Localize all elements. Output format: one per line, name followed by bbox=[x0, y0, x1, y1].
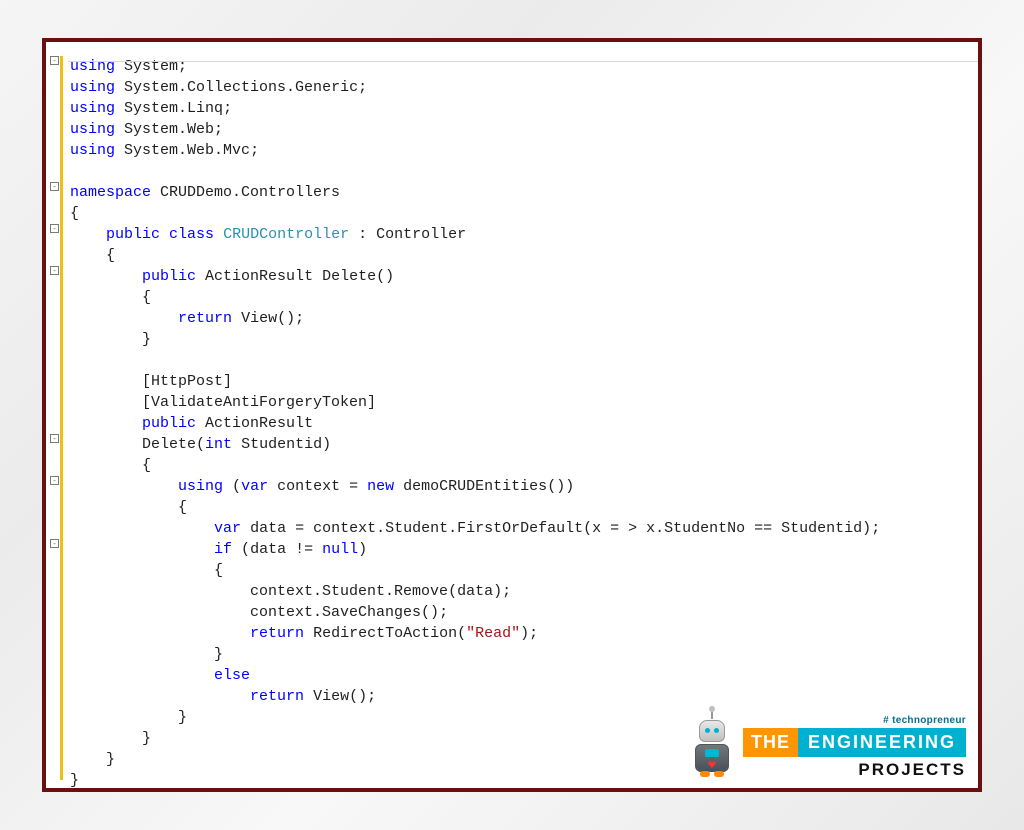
namespace-collections: System.Collections.Generic bbox=[124, 79, 358, 96]
keyword-using: using bbox=[70, 121, 115, 138]
namespace-cruddemo: CRUDDemo.Controllers bbox=[160, 184, 340, 201]
keyword-new: new bbox=[367, 478, 394, 495]
expr-firstordefault: context.Student.FirstOrDefault(x = > x.S… bbox=[313, 520, 871, 537]
method-redirect: RedirectToAction bbox=[313, 625, 457, 642]
param-studentid: Studentid bbox=[241, 436, 322, 453]
logo-projects: PROJECTS bbox=[858, 760, 966, 780]
fold-toggle-icon[interactable]: - bbox=[50, 182, 59, 191]
keyword-return: return bbox=[178, 310, 232, 327]
brand-logo: # technopreneur THE ENGINEERING PROJECTS bbox=[689, 715, 966, 780]
keyword-using: using bbox=[70, 79, 115, 96]
type-controller: Controller bbox=[376, 226, 466, 243]
keyword-null: null bbox=[322, 541, 358, 558]
tagline: # technopreneur bbox=[883, 715, 966, 726]
keyword-var: var bbox=[214, 520, 241, 537]
keyword-if: if bbox=[214, 541, 232, 558]
var-data: data bbox=[250, 541, 286, 558]
namespace-web: System.Web bbox=[124, 121, 214, 138]
logo-engineering: ENGINEERING bbox=[798, 728, 966, 757]
keyword-int: int bbox=[205, 436, 232, 453]
code-editor-frame: - - - - - - - using System; using System… bbox=[42, 38, 982, 792]
fold-toggle-icon[interactable]: - bbox=[50, 266, 59, 275]
robot-icon bbox=[689, 720, 735, 780]
namespace-linq: System.Linq bbox=[124, 100, 223, 117]
keyword-using: using bbox=[70, 142, 115, 159]
fold-toggle-icon[interactable]: - bbox=[50, 539, 59, 548]
keyword-public: public bbox=[142, 268, 196, 285]
keyword-namespace: namespace bbox=[70, 184, 151, 201]
logo-main: THE ENGINEERING bbox=[743, 728, 966, 757]
attribute-validateantiforgery: [ValidateAntiForgeryToken] bbox=[142, 394, 376, 411]
attribute-httppost: [HttpPost] bbox=[142, 373, 232, 390]
namespace-mvc: System.Web.Mvc bbox=[124, 142, 250, 159]
keyword-var: var bbox=[241, 478, 268, 495]
keyword-return: return bbox=[250, 625, 304, 642]
var-data: data bbox=[250, 520, 286, 537]
expr-remove: context.Student.Remove(data) bbox=[250, 583, 502, 600]
fold-toggle-icon[interactable]: - bbox=[50, 224, 59, 233]
keyword-using: using bbox=[70, 100, 115, 117]
expr-savechanges: context.SaveChanges() bbox=[250, 604, 439, 621]
keyword-else: else bbox=[214, 667, 250, 684]
method-delete: Delete bbox=[322, 268, 376, 285]
fold-toggle-icon[interactable]: - bbox=[50, 476, 59, 485]
var-context: context bbox=[277, 478, 340, 495]
type-crudcontroller: CRUDController bbox=[223, 226, 349, 243]
code-area: - - - - - - - using System; using System… bbox=[46, 56, 978, 780]
logo-text-block: # technopreneur THE ENGINEERING PROJECTS bbox=[743, 715, 966, 780]
change-indicator-bar bbox=[60, 56, 63, 780]
string-read: "Read" bbox=[466, 625, 520, 642]
type-democrudentities: demoCRUDEntities bbox=[403, 478, 547, 495]
method-view: View bbox=[313, 688, 349, 705]
keyword-return: return bbox=[250, 688, 304, 705]
keyword-public: public bbox=[142, 415, 196, 432]
method-view: View bbox=[241, 310, 277, 327]
gutter: - - - - - - - bbox=[46, 56, 68, 780]
type-actionresult: ActionResult bbox=[205, 268, 313, 285]
method-delete: Delete bbox=[142, 436, 196, 453]
separator-line bbox=[65, 61, 978, 62]
code-content[interactable]: using System; using System.Collections.G… bbox=[68, 56, 880, 780]
keyword-class: class bbox=[169, 226, 214, 243]
keyword-public: public bbox=[106, 226, 160, 243]
keyword-using: using bbox=[178, 478, 223, 495]
logo-the: THE bbox=[743, 728, 798, 757]
fold-toggle-icon[interactable]: - bbox=[50, 56, 59, 65]
type-actionresult: ActionResult bbox=[205, 415, 313, 432]
fold-toggle-icon[interactable]: - bbox=[50, 434, 59, 443]
